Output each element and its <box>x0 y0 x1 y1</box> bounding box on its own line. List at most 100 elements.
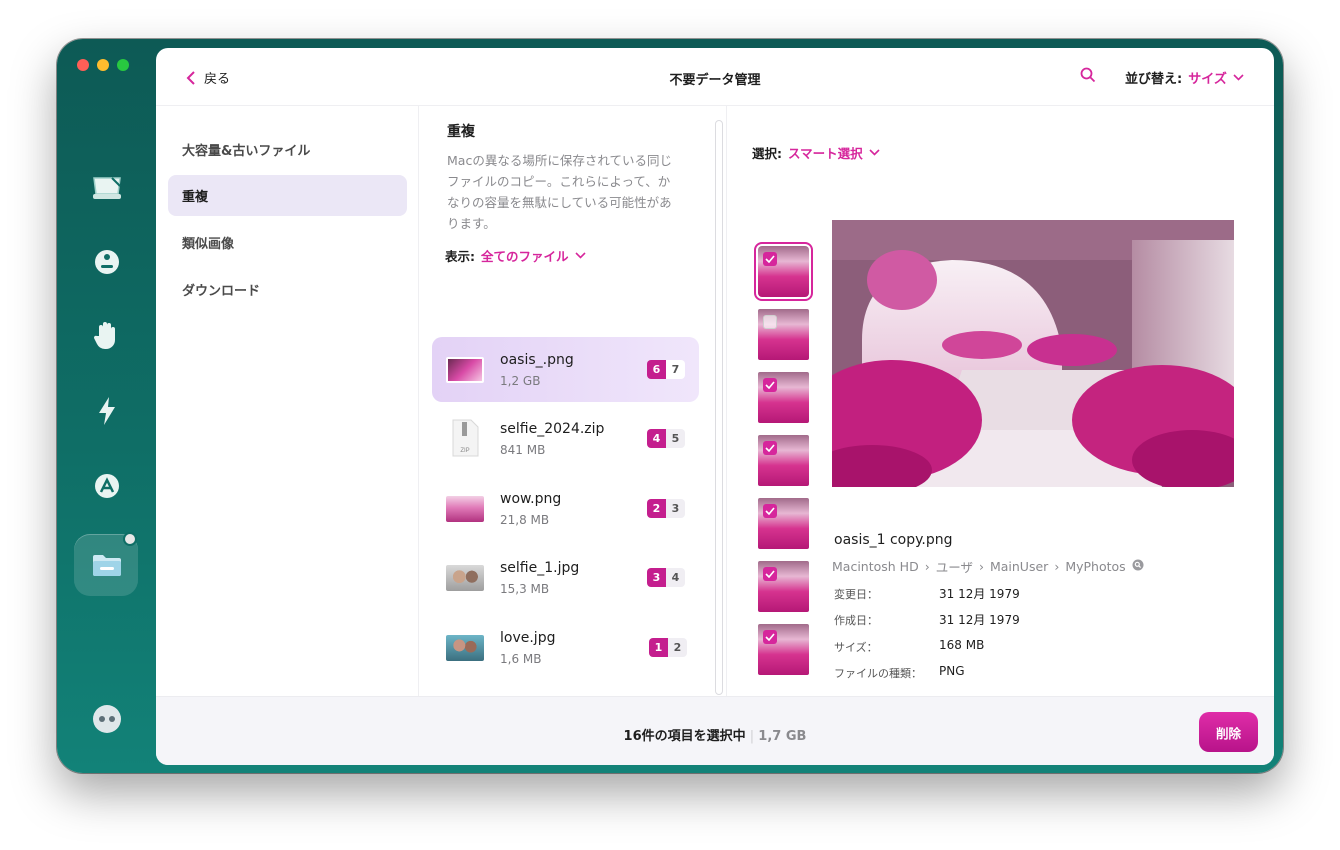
sort-label: 並び替え: <box>1125 72 1183 87</box>
file-size: 841 MB <box>500 443 546 457</box>
file-name: love.jpg <box>500 630 556 646</box>
minimize-window-button[interactable] <box>97 59 109 71</box>
checkbox[interactable] <box>763 630 777 644</box>
app-window: 戻る 不要データ管理 並び替え: サイズ 大容量&古いファイル 重複 類似画像 … <box>57 39 1283 773</box>
file-row[interactable]: love.jpg 1,6 MB 12 <box>432 615 699 680</box>
select-value: スマート選択 <box>788 146 863 161</box>
sidebar-item-similar-images[interactable]: 類似画像 <box>168 222 407 263</box>
selection-summary: 16件の項目を選択中 | 1,7 GB <box>623 729 807 744</box>
section-title: 重複 <box>447 124 475 140</box>
duplicates-list-panel: 重複 Macの異なる場所に保存されている同じファイルのコピー。これらによって、か… <box>420 106 727 696</box>
dock-cleanup-icon[interactable] <box>85 167 129 211</box>
footer-bar: 16件の項目を選択中 | 1,7 GB 削除 <box>156 696 1274 765</box>
detail-panel: 選択: スマート選択 oasis_1 copy.png Macintosh HD… <box>728 106 1274 696</box>
main-panel: 戻る 不要データ管理 並び替え: サイズ 大容量&古いファイル 重複 類似画像 … <box>156 48 1274 765</box>
duplicate-count-badge: 45 <box>647 429 685 448</box>
select-label: 選択: <box>752 146 782 161</box>
duplicate-thumbnail[interactable] <box>758 561 809 612</box>
meta-label: ファイルの種類： <box>834 667 922 680</box>
delete-button[interactable]: 削除 <box>1199 712 1258 752</box>
file-name: oasis_.png <box>500 352 574 368</box>
top-bar: 戻る 不要データ管理 並び替え: サイズ <box>156 48 1274 106</box>
file-name: selfie_2024.zip <box>500 421 605 437</box>
file-thumbnail <box>446 496 484 522</box>
duplicate-count-badge: 34 <box>647 568 685 587</box>
file-thumbnail <box>446 565 484 591</box>
checkbox[interactable] <box>763 567 777 581</box>
file-size: 1,6 MB <box>500 652 542 666</box>
file-row[interactable]: wow.png 21,8 MB 23 <box>432 476 699 541</box>
zip-file-icon: ZIP <box>450 419 480 457</box>
file-row[interactable]: oasis_.png 1,2 GB 67 <box>432 337 699 402</box>
zoom-window-button[interactable] <box>117 59 129 71</box>
duplicate-thumbnail[interactable] <box>758 372 809 423</box>
category-sidebar: 大容量&古いファイル 重複 類似画像 ダウンロード <box>156 106 419 696</box>
search-icon[interactable] <box>1080 67 1096 87</box>
meta-value: 31 12月 1979 <box>939 613 1020 627</box>
duplicate-thumbnail[interactable] <box>758 624 809 675</box>
dock-protection-icon[interactable] <box>85 240 129 284</box>
dock-privacy-hand-icon[interactable] <box>85 314 129 358</box>
file-row[interactable]: selfie_1.jpg 15,3 MB 34 <box>432 545 699 610</box>
file-thumbnail <box>446 357 484 383</box>
duplicate-count-badge: 12 <box>649 638 687 657</box>
checkbox[interactable] <box>763 378 777 392</box>
file-row[interactable]: ZIP selfie_2024.zip 841 MB 45 <box>432 406 699 471</box>
chevron-down-icon <box>869 149 880 156</box>
selection-size: 1,7 GB <box>758 729 807 744</box>
sidebar-item-downloads[interactable]: ダウンロード <box>168 269 407 310</box>
image-preview <box>832 220 1234 487</box>
reveal-in-finder-icon[interactable] <box>1132 559 1144 574</box>
file-thumbnail <box>446 635 484 661</box>
preview-file-name: oasis_1 copy.png <box>834 532 953 548</box>
file-size: 21,8 MB <box>500 513 550 527</box>
duplicate-count-badge: 23 <box>647 499 685 518</box>
section-description: Macの異なる場所に保存されている同じファイルのコピー。これらによって、かなりの… <box>447 153 672 231</box>
chevron-right-icon: › <box>1054 559 1060 574</box>
filter-label: 表示: <box>445 249 475 264</box>
duplicate-count-badge: 67 <box>647 360 685 379</box>
meta-label: 変更日： <box>834 588 878 601</box>
smart-select-dropdown[interactable]: 選択: スマート選択 <box>752 143 880 162</box>
meta-value: PNG <box>939 664 965 678</box>
chevron-right-icon: › <box>978 559 984 574</box>
meta-label: 作成日： <box>834 614 878 627</box>
path-segment: Macintosh HD <box>832 559 919 574</box>
dock-my-clutter-folder-icon[interactable] <box>85 543 129 587</box>
file-size: 15,3 MB <box>500 582 550 596</box>
close-window-button[interactable] <box>77 59 89 71</box>
dock-performance-bolt-icon[interactable] <box>85 389 129 433</box>
meta-label: サイズ： <box>834 641 878 654</box>
meta-value: 31 12月 1979 <box>939 587 1020 601</box>
sidebar-item-duplicates[interactable]: 重複 <box>168 175 407 216</box>
notification-dot <box>123 532 137 546</box>
chevron-right-icon: › <box>924 559 930 574</box>
dock-assistant-icon[interactable] <box>85 697 129 741</box>
show-filter-dropdown[interactable]: 表示: 全てのファイル <box>445 246 586 265</box>
scrollbar[interactable] <box>715 120 723 695</box>
page-title: 不要データ管理 <box>669 73 761 88</box>
path-segment: ユーザ <box>935 560 973 575</box>
duplicate-thumbnail[interactable] <box>758 435 809 486</box>
checkbox[interactable] <box>763 441 777 455</box>
duplicate-thumbnail[interactable] <box>758 309 809 360</box>
duplicate-thumbnail[interactable] <box>758 498 809 549</box>
sort-dropdown[interactable]: 並び替え: サイズ <box>1125 68 1244 87</box>
checkbox[interactable] <box>763 504 777 518</box>
path-segment: MainUser <box>989 559 1049 574</box>
path-segment: MyPhotos <box>1065 559 1126 574</box>
selection-count: 16件の項目を選択中 <box>623 729 746 744</box>
checkbox[interactable] <box>763 315 777 329</box>
meta-value: 168 MB <box>939 638 985 652</box>
file-size: 1,2 GB <box>500 374 541 388</box>
checkbox[interactable] <box>763 252 777 266</box>
svg-text:ZIP: ZIP <box>460 448 469 454</box>
filter-value: 全てのファイル <box>481 249 569 264</box>
file-name: wow.png <box>500 491 562 507</box>
sidebar-item-large-old-files[interactable]: 大容量&古いファイル <box>168 129 407 170</box>
chevron-down-icon <box>1233 74 1244 81</box>
chevron-down-icon <box>574 252 586 259</box>
duplicate-thumbnail[interactable] <box>754 242 813 301</box>
dock-applications-icon[interactable] <box>85 464 129 508</box>
file-path-breadcrumb: Macintosh HD › ユーザ › MainUser › MyPhotos <box>832 557 1144 576</box>
